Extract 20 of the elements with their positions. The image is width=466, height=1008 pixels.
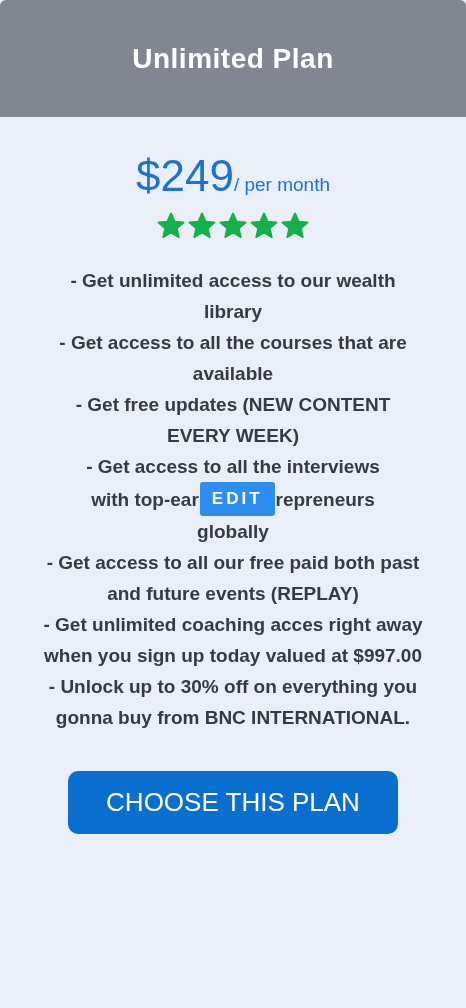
star-icon — [249, 211, 279, 241]
feature-text: with top-ear — [91, 487, 199, 512]
feature-text: - Get access to all our free paid both past and future events (REPLAY) — [45, 551, 421, 606]
feature-text: repreneurs — [275, 487, 375, 512]
feature-text: - Get unlimited coaching acces right away when you sign up today valued at $997.00 — [43, 613, 423, 668]
price: $249 — [136, 151, 234, 201]
feature-text: - Unlock up to 30% off on everything you gonna buy from BNC INTERNATIONAL. — [47, 675, 419, 730]
feature-text: globally — [197, 520, 269, 544]
feature-text: - Get unlimited access to our wealth library — [69, 269, 397, 324]
plan-title: Unlimited Plan — [132, 42, 334, 75]
star-icon — [218, 211, 248, 241]
choose-plan-button[interactable]: CHOOSE THIS PLAN — [68, 771, 398, 834]
feature-text: - Get access to all the courses that are available — [58, 331, 408, 386]
feature-text: - Get access to all the interviews — [86, 455, 380, 479]
star-icon — [156, 211, 186, 241]
star-icon — [187, 211, 217, 241]
feature-text: - Get free updates (NEW CONTENT EVERY WEEK) — [74, 393, 392, 448]
price-period: / per month — [233, 174, 330, 196]
star-icon — [280, 211, 310, 241]
edit-button[interactable]: EDIT — [199, 482, 275, 516]
